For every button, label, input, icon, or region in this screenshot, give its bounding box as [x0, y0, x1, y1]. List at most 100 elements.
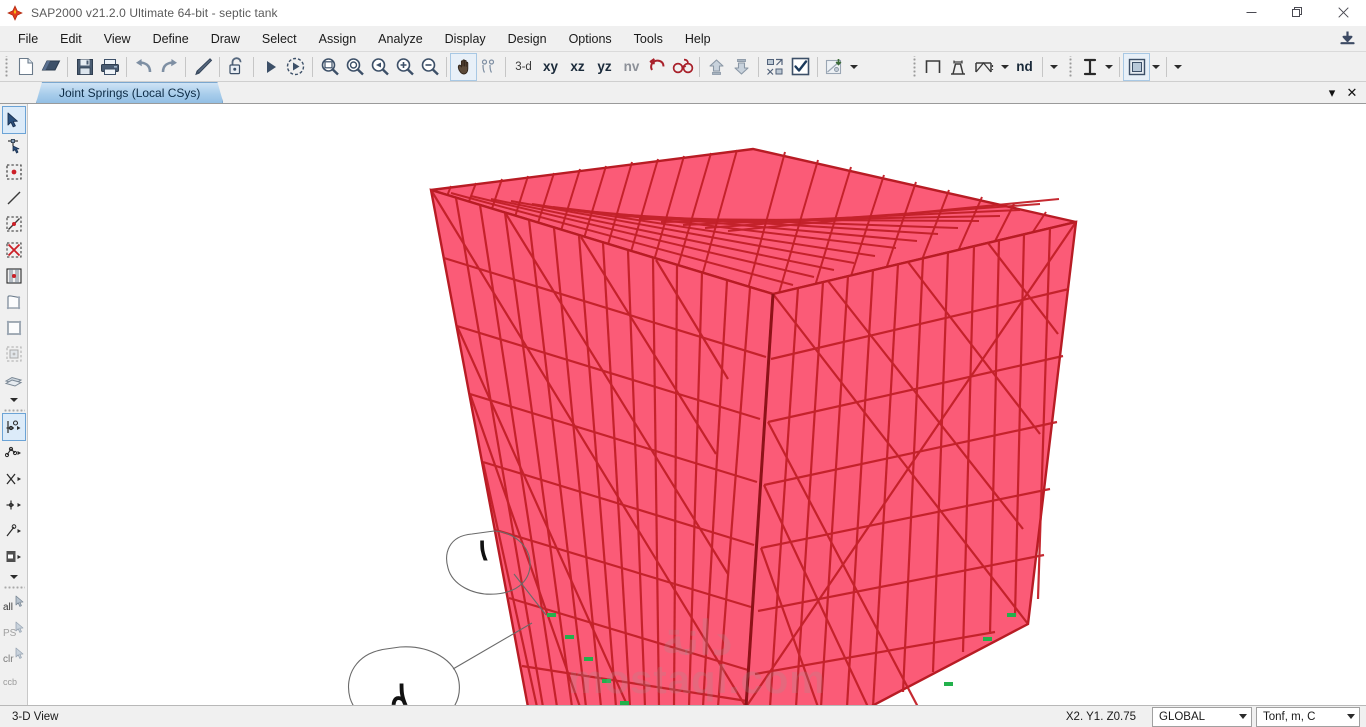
draw-line-icon[interactable] [3, 185, 25, 211]
restore-full-view-button[interactable] [342, 54, 367, 80]
rect-area-icon[interactable] [3, 315, 25, 341]
menu-view[interactable]: View [93, 26, 142, 51]
redo-button[interactable] [156, 54, 181, 80]
section-fill-caret[interactable] [1149, 54, 1162, 80]
previous-zoom-button[interactable] [367, 54, 392, 80]
new-model-button[interactable] [13, 54, 38, 80]
menu-design[interactable]: Design [497, 26, 558, 51]
refresh-window-button[interactable] [190, 54, 215, 80]
rubber-band-zoom-button[interactable] [317, 54, 342, 80]
zoom-in-one-step-button[interactable] [392, 54, 417, 80]
secondary-beam-icon[interactable] [3, 263, 25, 289]
poly-area-icon[interactable] [946, 54, 971, 80]
menu-help[interactable]: Help [674, 26, 722, 51]
menu-select[interactable]: Select [251, 26, 308, 51]
view-xz-button[interactable]: xz [564, 54, 591, 80]
quick-area-icon[interactable] [3, 341, 25, 367]
download-icon[interactable] [1339, 26, 1356, 51]
arrow-pointer-icon[interactable] [1, 106, 26, 134]
menu-tools[interactable]: Tools [623, 26, 674, 51]
menu-options[interactable]: Options [558, 26, 623, 51]
select-by-line-icon[interactable] [3, 492, 25, 518]
view-3d-button[interactable]: 3-d [510, 54, 537, 80]
rail-divider [2, 407, 25, 414]
zoom-out-one-step-button[interactable] [417, 54, 442, 80]
quick-brace-icon[interactable] [3, 237, 25, 263]
menu-define[interactable]: Define [142, 26, 200, 51]
rect-area-icon[interactable] [971, 54, 998, 80]
select-polyline-icon[interactable] [3, 440, 25, 466]
septic-tank-shell-mesh[interactable]: ١ ٢ [28, 104, 1366, 705]
reshape-node-icon[interactable] [3, 133, 25, 159]
select-window-icon[interactable] [1, 413, 26, 441]
toolbar-grip[interactable] [4, 55, 11, 78]
view-3d-label: 3-d [515, 60, 532, 73]
select-pointer-icon[interactable] [3, 518, 25, 544]
close-button[interactable] [1320, 0, 1366, 26]
toolbar-separator [699, 56, 700, 77]
rotate-icon[interactable] [645, 54, 670, 80]
toolbar-separator [817, 56, 818, 77]
up-arrow-icon[interactable] [704, 54, 729, 80]
save-button[interactable] [72, 54, 97, 80]
more-select-tools-caret[interactable] [3, 570, 25, 584]
units-select[interactable]: Tonf, m, C [1256, 706, 1360, 727]
undeformed-shape-icon[interactable] [822, 54, 847, 80]
section-fill-icon[interactable] [1123, 52, 1150, 81]
select-previous-icon[interactable]: PS [3, 617, 25, 643]
coordinate-system-select[interactable]: GLOBAL [1152, 706, 1252, 727]
menu-assign[interactable]: Assign [308, 26, 368, 51]
quick-frame-icon[interactable] [3, 211, 25, 237]
view-yz-button[interactable]: yz [591, 54, 618, 80]
checkbox-check-icon[interactable] [788, 54, 813, 80]
view-nv-button[interactable]: nv [618, 54, 645, 80]
tab-controls: ▾ ✕ [1324, 82, 1366, 103]
open-model-button[interactable] [38, 54, 63, 80]
select-all-button[interactable]: all [3, 591, 25, 617]
run-analysis-button[interactable] [258, 54, 283, 80]
more-draw-tools-caret[interactable] [3, 393, 25, 407]
sap2000-window: SAP2000 v21.2.0 Ultimate 64-bit - septic… [0, 0, 1366, 727]
clear-selection-icon[interactable]: clr [3, 643, 25, 669]
undeformed-shape-caret[interactable] [847, 54, 860, 80]
display-options-icon[interactable] [476, 54, 501, 80]
print-button[interactable] [97, 54, 122, 80]
view-xy-button[interactable]: xy [537, 54, 564, 80]
text-cursor-icon[interactable] [1077, 54, 1102, 80]
menu-file[interactable]: File [7, 26, 49, 51]
view-yz-label: yz [597, 59, 612, 74]
text-size-caret[interactable] [1102, 54, 1115, 80]
menu-analyze[interactable]: Analyze [367, 26, 433, 51]
down-arrow-icon[interactable] [729, 54, 754, 80]
glasses-perspective-icon[interactable] [670, 54, 695, 80]
menu-edit[interactable]: Edit [49, 26, 93, 51]
select-mode-icon[interactable] [763, 54, 788, 80]
menu-display[interactable]: Display [434, 26, 497, 51]
area-draw-caret[interactable] [998, 54, 1011, 80]
node-label-caret[interactable] [1047, 54, 1060, 80]
undo-button[interactable] [131, 54, 156, 80]
model-view-canvas[interactable]: ١ ٢ دانة mostaql.com [28, 104, 1366, 705]
tab-dropdown-button[interactable]: ▾ [1324, 84, 1340, 102]
callout-2-label: ٢ [391, 677, 408, 705]
extra-options-caret[interactable] [1171, 54, 1184, 80]
run-now-button[interactable] [283, 54, 308, 80]
select-grid-icon[interactable] [3, 544, 25, 570]
minimize-button[interactable] [1228, 0, 1274, 26]
solid-block-icon[interactable] [3, 367, 25, 393]
lock-unlock-model-button[interactable] [224, 54, 249, 80]
select-cross-icon[interactable] [3, 466, 25, 492]
poly-area-icon[interactable] [3, 289, 25, 315]
node-label-button[interactable]: nd [1011, 54, 1038, 80]
menu-draw[interactable]: Draw [200, 26, 251, 51]
toolbar-grip-3[interactable] [1068, 55, 1075, 78]
tab-close-button[interactable]: ✕ [1344, 84, 1360, 102]
draw-joint-icon[interactable] [3, 159, 25, 185]
hand-pan-icon[interactable] [450, 52, 477, 81]
toolbar-separator [505, 56, 506, 77]
maximize-button[interactable] [1274, 0, 1320, 26]
more-selection-tools-icon[interactable]: ccb [3, 669, 25, 695]
tab-joint-springs[interactable]: Joint Springs (Local CSys) [36, 82, 223, 103]
toolbar-grip-2[interactable] [912, 55, 919, 78]
frame-element-icon[interactable] [921, 54, 946, 80]
